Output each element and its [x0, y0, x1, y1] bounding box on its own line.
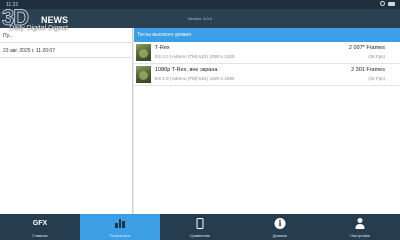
test-frames: 2 301 Frames: [351, 67, 385, 73]
nav-info[interactable]: i Данные: [240, 214, 320, 240]
test-meta: ES 2.0 | Adreno (TM) 610 | 1920 x 1080: [155, 76, 235, 81]
test-fps: (41 Fps): [368, 76, 385, 81]
nav-results[interactable]: Результаты: [80, 214, 160, 240]
section-header-high-level-tests: Тесты высокого уровня: [134, 28, 400, 42]
test-fps: (36 Fps): [368, 54, 385, 59]
test-meta: ES 2.0 | Adreno (TM) 610 | 2000 x 1200: [155, 54, 235, 59]
phone-icon: [196, 218, 204, 229]
nav-info-label: Данные: [272, 233, 288, 238]
result-details-panel: Тесты высокого уровня T-Rex ES 2.0 | Adr…: [134, 28, 400, 214]
test-thumbnail: [136, 66, 151, 83]
battery-icon: [388, 1, 395, 6]
nav-compare[interactable]: Сравнение: [160, 214, 240, 240]
gfx-icon: GFX: [32, 220, 48, 227]
nav-home[interactable]: GFX Главная: [0, 214, 80, 240]
result-row-trex-offscreen[interactable]: 1080p T-Rex, вне экрана ES 2.0 | Adreno …: [134, 64, 400, 86]
watermark-logo: 3D NEWS Daily Digital Digest: [2, 5, 84, 33]
test-thumbnail: [136, 44, 151, 61]
nav-home-label: Главная: [32, 233, 48, 238]
test-name: T-Rex: [155, 45, 170, 51]
info-icon: i: [274, 218, 286, 229]
watermark-news: NEWS: [41, 15, 68, 25]
nav-settings[interactable]: Настройки: [320, 214, 400, 240]
user-icon: [355, 218, 366, 229]
nav-results-label: Результаты: [109, 233, 131, 238]
system-indicators: [380, 1, 395, 6]
test-frames: 2 007* Frames: [348, 45, 385, 51]
wifi-icon: [380, 1, 385, 6]
result-session-item[interactable]: 23 авг. 2025 г. 11:20:07: [0, 43, 133, 58]
bar-chart-icon: [115, 218, 125, 228]
results-list-panel: Пу... 23 авг. 2025 г. 11:20:07: [0, 28, 133, 214]
nav-settings-label: Настройки: [350, 233, 370, 238]
result-row-trex[interactable]: T-Rex ES 2.0 | Adreno (TM) 610 | 2000 x …: [134, 42, 400, 64]
watermark-subtitle: Daily Digital Digest: [9, 25, 68, 32]
nav-compare-label: Сравнение: [189, 233, 211, 238]
test-name: 1080p T-Rex, вне экрана: [155, 67, 218, 73]
bottom-navigation: GFX Главная Результаты Сравнение i Данны…: [0, 214, 400, 240]
